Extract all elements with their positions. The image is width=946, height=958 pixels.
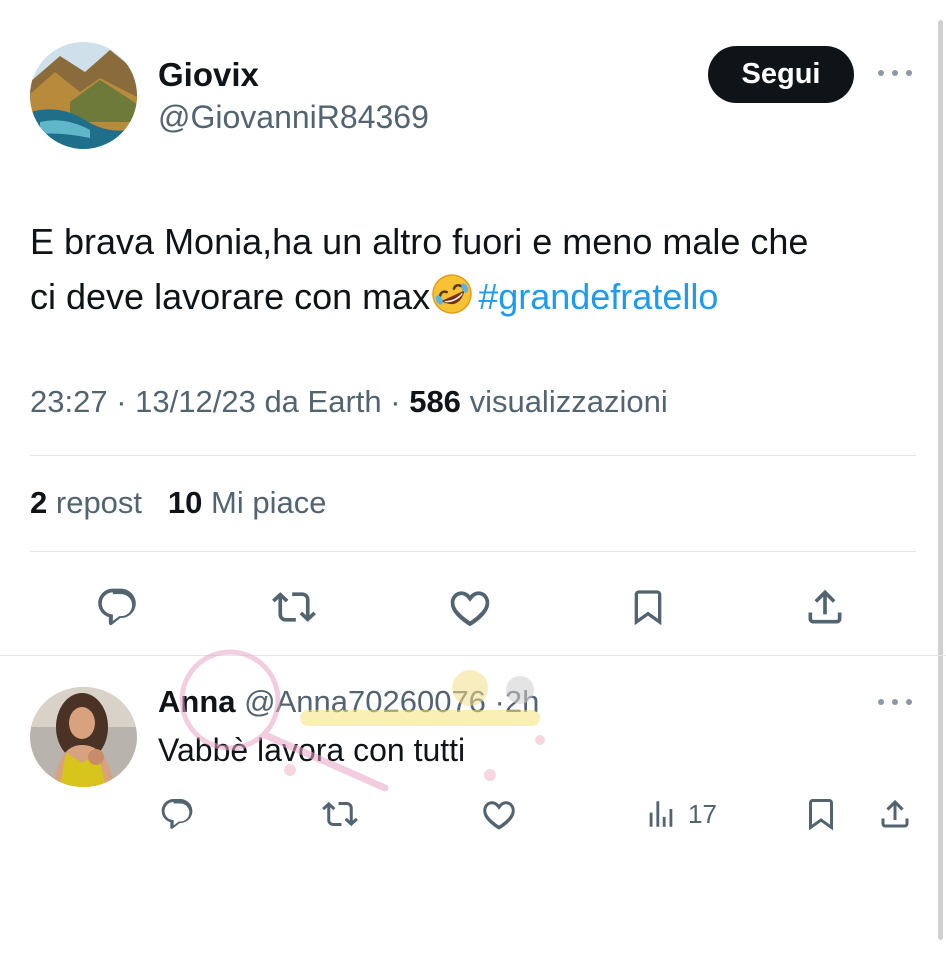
tweet-text-line-2-prefix: ci deve lavorare con max — [30, 276, 431, 317]
reply-author-display-name[interactable]: Anna — [158, 684, 236, 719]
woman-portrait-avatar-image — [30, 687, 137, 787]
tweet-text-line-1: E brava Monia,ha un altro fuori e meno m… — [30, 221, 809, 262]
repost-button[interactable] — [268, 585, 320, 629]
share-icon — [881, 799, 909, 828]
reply-views-button[interactable]: 17 — [644, 796, 717, 832]
reposts-label: repost — [55, 485, 143, 520]
share-button[interactable] — [803, 585, 847, 629]
reply-repost-button[interactable] — [318, 796, 362, 832]
meta-separator: · — [390, 384, 410, 419]
reply-reply-button[interactable] — [158, 796, 196, 832]
like-icon — [450, 591, 490, 627]
reply-header: Anna @Anna70260076 ·2h — [158, 684, 539, 720]
tweet-time[interactable]: 23:27 — [30, 384, 108, 419]
like-icon — [483, 801, 515, 830]
tweet-date[interactable]: 13/12/23 — [135, 384, 256, 419]
reply-button[interactable] — [94, 585, 140, 629]
reply-more-options-icon[interactable] — [878, 697, 912, 707]
tweet-views-label: visualizzazioni — [469, 384, 668, 419]
reply-share-button[interactable] — [876, 796, 914, 832]
mountain-lake-avatar-image — [30, 42, 137, 149]
meta-separator: · — [116, 384, 136, 419]
reposts-stat[interactable]: 2 repost — [30, 485, 142, 520]
reply-bookmark-button[interactable] — [803, 796, 839, 832]
bookmark-icon — [634, 590, 662, 626]
divider — [30, 455, 916, 456]
repost-icon — [272, 592, 316, 622]
share-icon — [808, 589, 842, 624]
tweet-text: E brava Monia,ha un altro fuori e meno m… — [30, 214, 920, 324]
reply-views-count: 17 — [688, 798, 717, 829]
watermark-stamp — [179, 649, 545, 792]
bookmark-icon — [809, 799, 833, 831]
tweet-text-line-2: ci deve lavorare con max #grandefratello — [30, 269, 920, 324]
tweet-stats: 2 repost 10 Mi piace — [30, 485, 326, 521]
tweet-views-count: 586 — [409, 384, 461, 419]
divider — [0, 655, 946, 656]
reply-author-avatar[interactable] — [30, 687, 137, 787]
meta-separator: · — [494, 684, 505, 719]
hashtag-link[interactable]: #grandefratello — [478, 276, 718, 317]
repost-icon — [322, 801, 358, 827]
bookmark-button[interactable] — [628, 585, 668, 629]
like-button[interactable] — [447, 585, 493, 629]
tweet-source: da Earth — [264, 384, 382, 419]
reply-time[interactable]: 2h — [505, 684, 539, 719]
more-options-icon[interactable] — [878, 68, 912, 78]
author-avatar[interactable] — [30, 42, 137, 149]
likes-stat[interactable]: 10 Mi piace — [168, 485, 327, 520]
reply-icon — [98, 588, 136, 626]
likes-label: Mi piace — [211, 485, 327, 520]
reply-icon — [161, 799, 193, 829]
views-icon — [649, 801, 673, 827]
reply-like-button[interactable] — [480, 796, 518, 832]
follow-button[interactable]: Segui — [708, 46, 854, 103]
divider — [30, 551, 916, 552]
author-handle[interactable]: @GiovanniR84369 — [158, 99, 429, 136]
likes-count: 10 — [167, 485, 203, 520]
rolling-on-floor-laughing-emoji-icon — [432, 274, 472, 314]
reposts-count: 2 — [30, 485, 48, 520]
tweet-meta: 23:27 · 13/12/23 da Earth · 586 visualiz… — [30, 384, 668, 420]
scrollbar[interactable] — [938, 20, 943, 940]
reply-text: Vabbè lavora con tutti — [158, 732, 466, 768]
author-display-name[interactable]: Giovix — [158, 56, 259, 94]
reply-author-handle[interactable]: @Anna70260076 — [244, 684, 486, 719]
